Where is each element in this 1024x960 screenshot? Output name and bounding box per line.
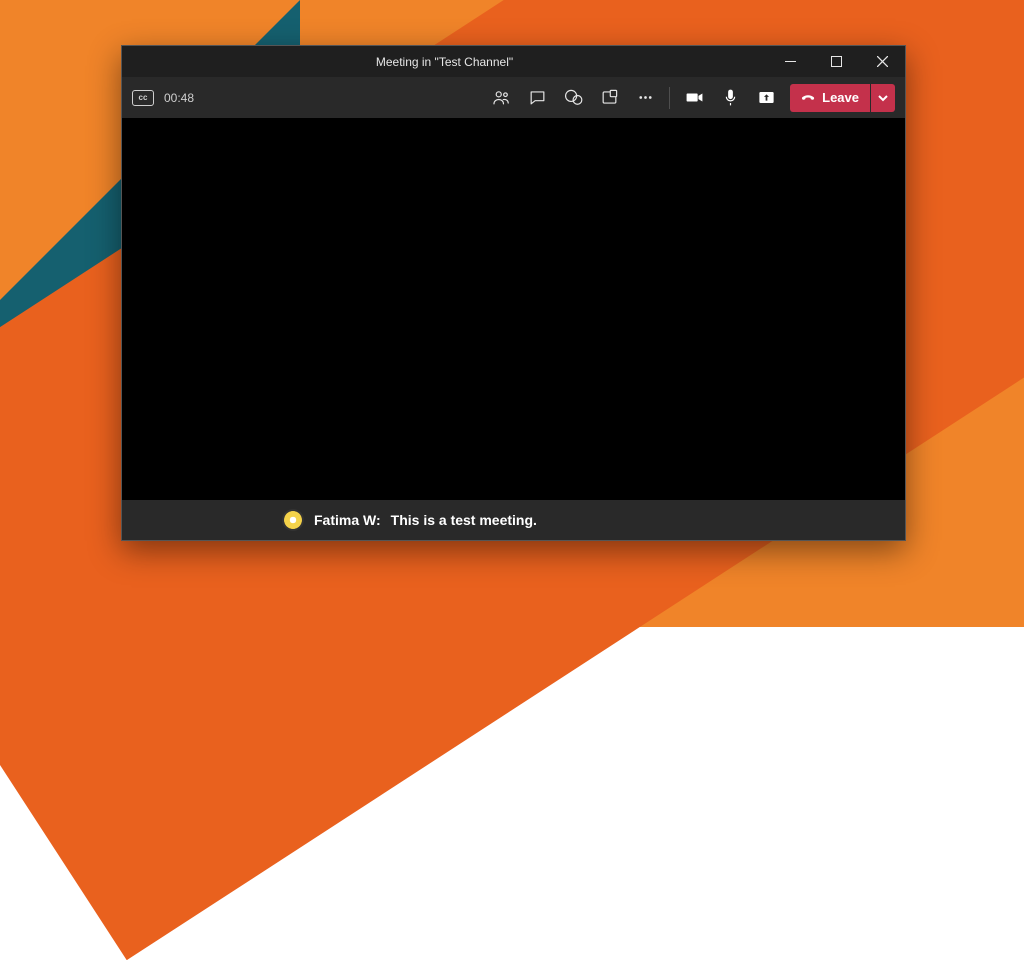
chat-icon bbox=[528, 88, 547, 107]
mic-icon bbox=[721, 88, 740, 107]
live-captions-button[interactable]: cc bbox=[132, 90, 154, 106]
share-icon bbox=[757, 88, 776, 107]
title-bar[interactable]: Meeting in "Test Channel" bbox=[122, 46, 905, 77]
ellipsis-icon bbox=[636, 88, 655, 107]
toolbar-separator bbox=[669, 87, 670, 109]
chevron-down-icon bbox=[878, 93, 888, 103]
call-timer: 00:48 bbox=[164, 91, 194, 105]
reactions-icon bbox=[564, 88, 583, 107]
window-close-button[interactable] bbox=[859, 46, 905, 77]
hangup-icon bbox=[801, 91, 815, 105]
leave-options-button[interactable] bbox=[871, 84, 895, 112]
close-icon bbox=[877, 56, 888, 67]
chat-message-text: This is a test meeting. bbox=[391, 512, 537, 528]
leave-button-group: Leave bbox=[790, 84, 895, 112]
leave-button-label: Leave bbox=[822, 90, 859, 105]
chat-message-strip[interactable]: Fatima W: This is a test meeting. bbox=[122, 500, 905, 540]
meeting-toolbar: cc 00:48 bbox=[122, 77, 905, 118]
video-stage[interactable] bbox=[122, 118, 905, 500]
camera-toggle-button[interactable] bbox=[676, 77, 712, 118]
more-actions-button[interactable] bbox=[627, 77, 663, 118]
reactions-button[interactable] bbox=[555, 77, 591, 118]
window-title: Meeting in "Test Channel" bbox=[122, 55, 767, 69]
minimize-icon bbox=[785, 56, 796, 67]
chat-button[interactable] bbox=[519, 77, 555, 118]
share-screen-button[interactable] bbox=[748, 77, 784, 118]
mic-toggle-button[interactable] bbox=[712, 77, 748, 118]
sender-avatar bbox=[282, 509, 304, 531]
leave-button[interactable]: Leave bbox=[790, 84, 870, 112]
people-icon bbox=[492, 88, 511, 107]
chat-sender-colon: : bbox=[376, 512, 381, 528]
maximize-icon bbox=[831, 56, 842, 67]
window-minimize-button[interactable] bbox=[767, 46, 813, 77]
meeting-window: Meeting in "Test Channel" cc 00:48 bbox=[121, 45, 906, 541]
participants-button[interactable] bbox=[483, 77, 519, 118]
rooms-icon bbox=[600, 88, 619, 107]
chat-sender-name: Fatima W bbox=[314, 512, 376, 528]
window-maximize-button[interactable] bbox=[813, 46, 859, 77]
rooms-button[interactable] bbox=[591, 77, 627, 118]
camera-icon bbox=[685, 88, 704, 107]
toolbar-left: cc 00:48 bbox=[132, 90, 194, 106]
